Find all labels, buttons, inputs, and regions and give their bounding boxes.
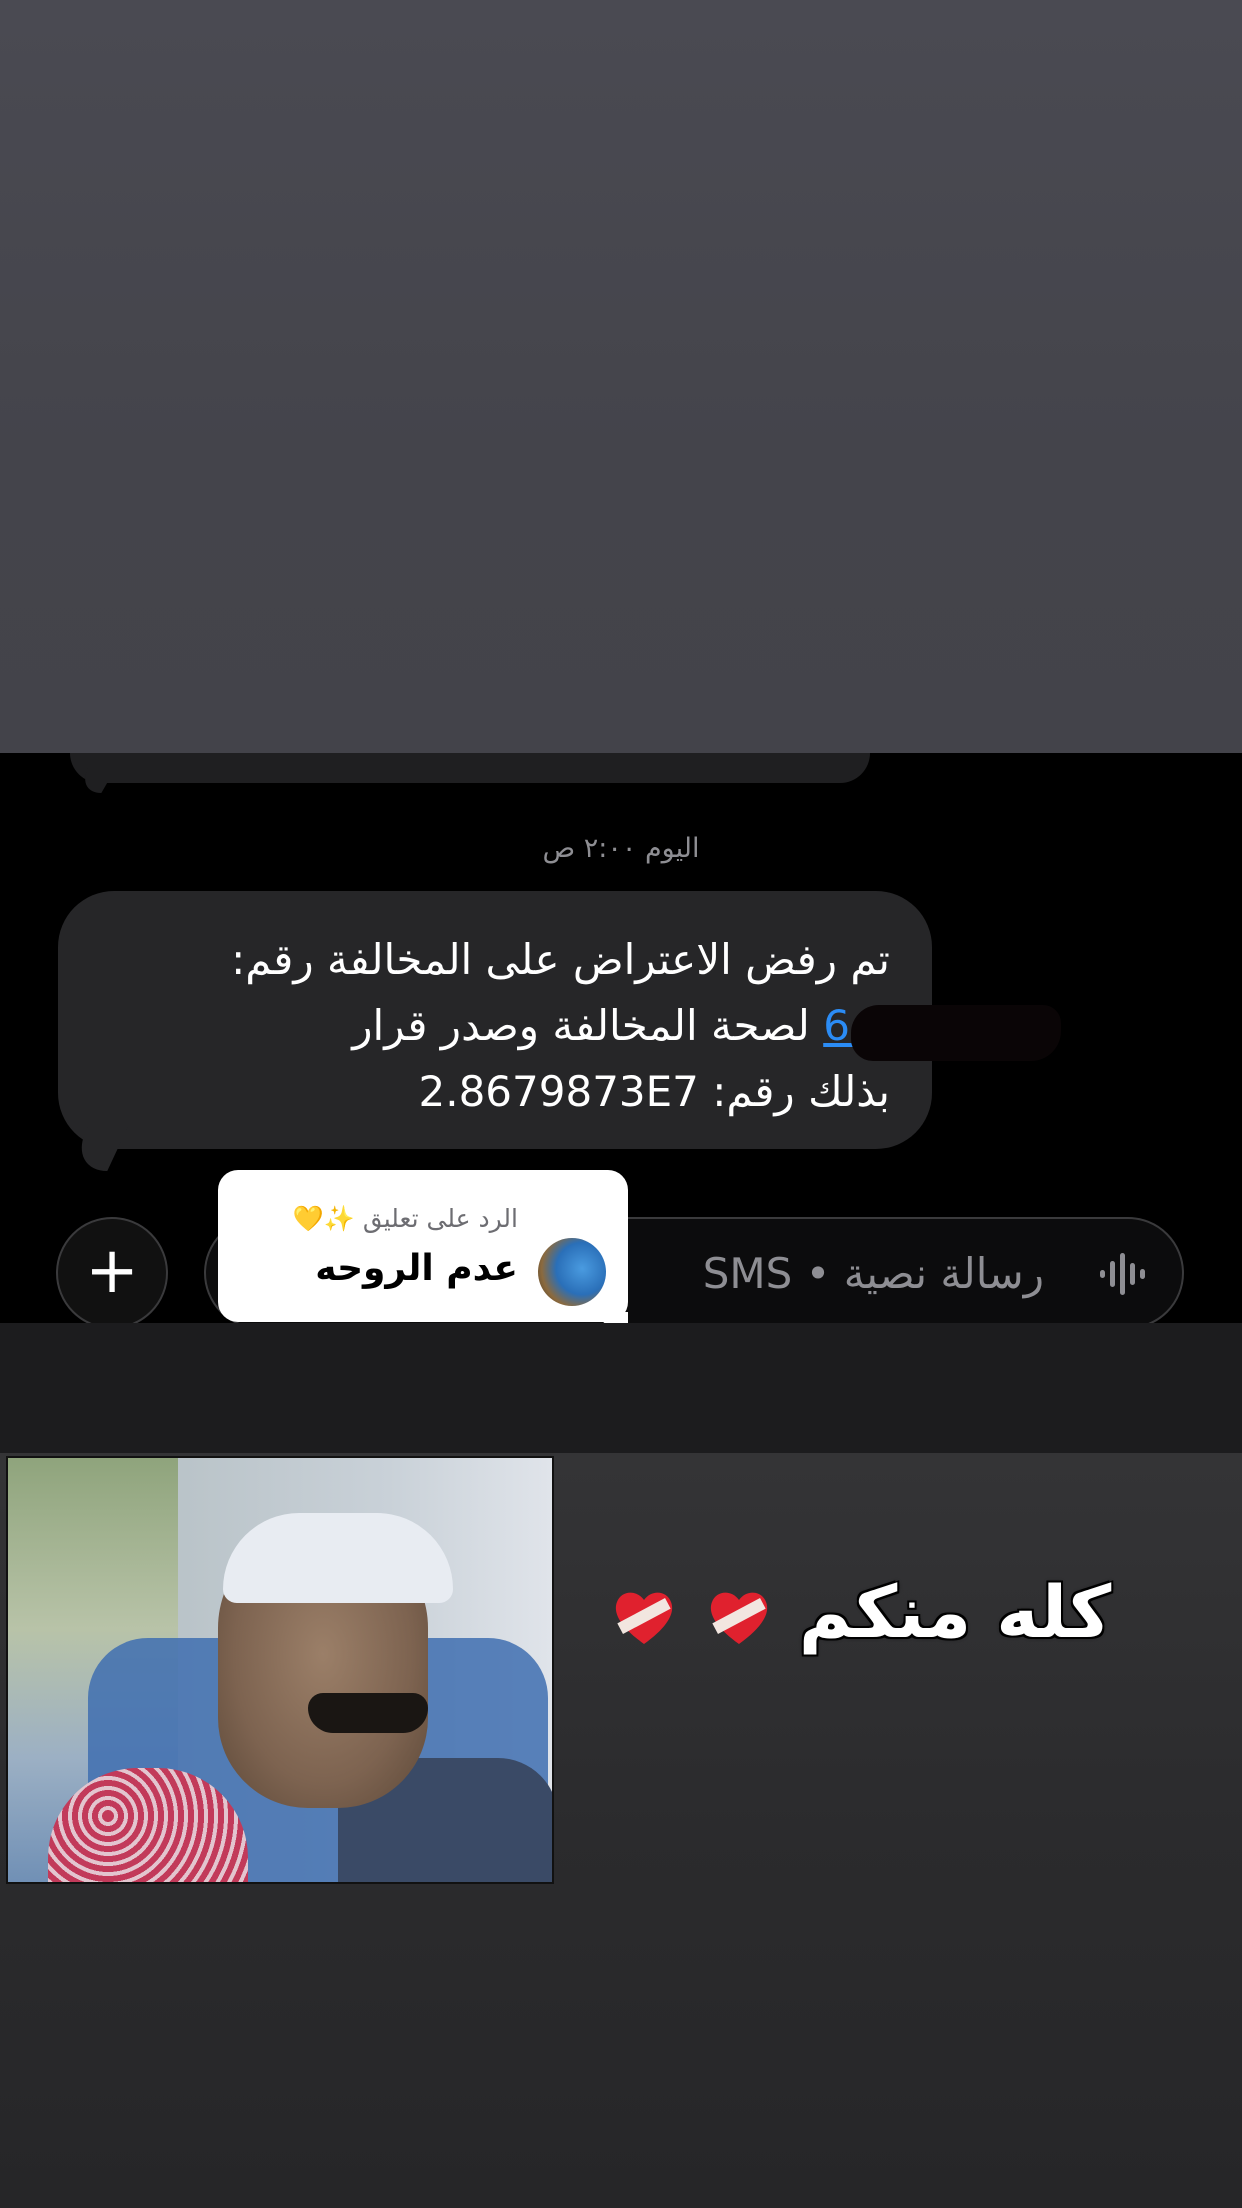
waveform-icon[interactable]: [1098, 1251, 1152, 1297]
story-top-overlay: [0, 0, 1242, 753]
message-line-2-text: لصحة المخالفة وصدر قرار: [352, 1001, 810, 1050]
message-line-1: تم رفض الاعتراض على المخالفة رقم:: [231, 935, 890, 984]
violation-number-link[interactable]: 6 3: [823, 993, 1062, 1061]
mending-heart-icon: [710, 1593, 767, 1645]
divider-band: [0, 1323, 1242, 1453]
message-line-3: بذلك رقم: 2.8679873E7: [418, 1067, 890, 1116]
comment-reply-sticker[interactable]: الرد على تعليق ✨💛 عدم الروحه: [218, 1170, 628, 1322]
caption-text: كله منكم: [798, 1570, 1112, 1654]
message-timestamp: اليوم ٢:٠٠ ص: [542, 833, 700, 864]
mending-heart-icon: [615, 1593, 672, 1645]
reply-username: عدم الروحه: [315, 1248, 518, 1289]
incoming-message-bubble: تم رفض الاعتراض على المخالفة رقم: 6 3 لص…: [58, 891, 1062, 1149]
reply-label: الرد على تعليق ✨💛: [292, 1204, 518, 1233]
plus-icon: +: [85, 1234, 139, 1308]
message-line-2: 6 3 لصحة المخالفة وصدر قرار: [100, 993, 1062, 1061]
previous-message-bubble: [70, 753, 870, 783]
reply-avatar: [538, 1238, 606, 1306]
redaction-mark: [851, 1005, 1062, 1061]
message-input-placeholder: رسالة نصية • SMS: [702, 1249, 1044, 1298]
man-photo: [6, 1456, 554, 1884]
story-caption: كله منكم: [600, 1570, 1120, 1654]
add-attachment-button[interactable]: +: [56, 1217, 168, 1323]
